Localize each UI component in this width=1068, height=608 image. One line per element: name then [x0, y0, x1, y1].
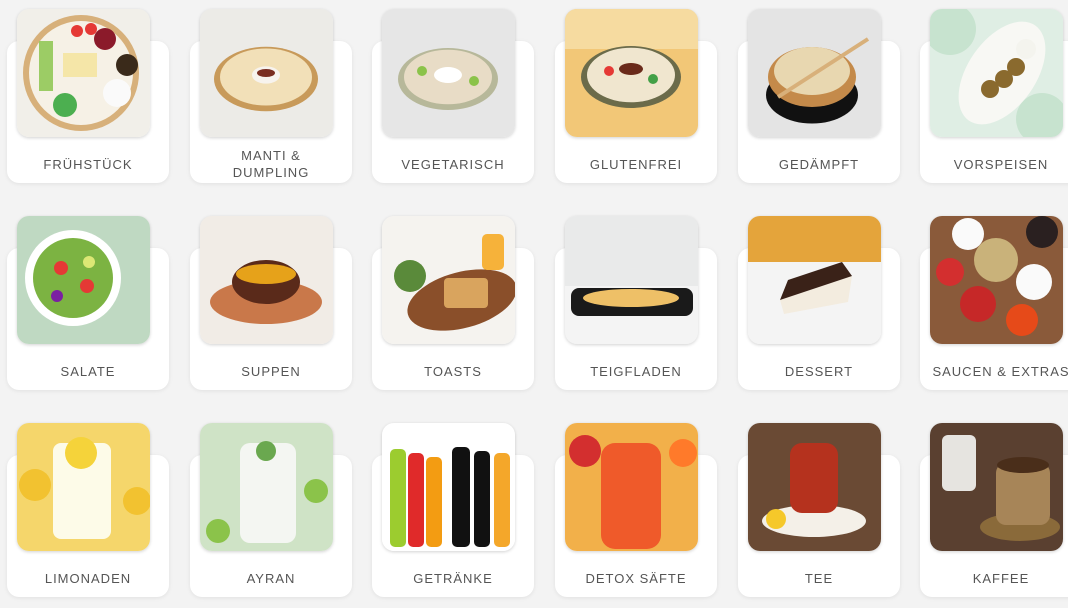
bottles-icon[interactable] — [382, 423, 515, 551]
category-label: GEDÄMPFT — [738, 143, 900, 185]
falafel-plate-icon[interactable] — [930, 9, 1063, 137]
category-tile[interactable]: LIMONADEN — [7, 423, 169, 601]
steamer-basket-icon[interactable] — [748, 9, 881, 137]
category-tile[interactable]: FRÜHSTÜCK — [7, 9, 169, 187]
category-label: GLUTENFREI — [555, 143, 717, 185]
category-label-text: DETOX SÄFTE — [585, 570, 687, 586]
manti-plate-icon[interactable] — [200, 9, 333, 137]
category-label-text: TOASTS — [424, 363, 482, 379]
category-label-text: KAFFEE — [972, 570, 1030, 586]
category-tile[interactable]: VORSPEISEN — [920, 9, 1068, 187]
vegetarian-bowl-icon[interactable] — [382, 9, 515, 137]
category-label: GETRÄNKE — [372, 557, 534, 599]
category-tile[interactable]: GEDÄMPFT — [738, 9, 900, 187]
category-label-text: SUPPEN — [241, 363, 301, 379]
category-tile[interactable]: MANTI & DUMPLING — [190, 9, 352, 187]
category-label-text: SALATE — [60, 363, 116, 379]
category-label: VORSPEISEN — [920, 143, 1068, 185]
category-tile[interactable]: TOASTS — [372, 216, 534, 394]
category-tile[interactable]: AYRAN — [190, 423, 352, 601]
category-tile[interactable]: KAFFEE — [920, 423, 1068, 601]
category-tile[interactable]: DESSERT — [738, 216, 900, 394]
category-label-text: TEE — [804, 570, 834, 586]
category-label-text: GETRÄNKE — [413, 570, 493, 586]
category-label-text: VORSPEISEN — [953, 156, 1049, 172]
lemonade-glass-icon[interactable] — [17, 423, 150, 551]
category-label: TEE — [738, 557, 900, 599]
category-tile[interactable]: SALATE — [7, 216, 169, 394]
category-label: TEIGFLADEN — [555, 350, 717, 392]
category-label-text: MANTI & DUMPLING — [232, 148, 310, 180]
salad-bowl-icon[interactable] — [17, 216, 150, 344]
category-tile[interactable]: SUPPEN — [190, 216, 352, 394]
category-label-text: LIMONADEN — [44, 570, 132, 586]
category-tile[interactable]: GLUTENFREI — [555, 9, 717, 187]
category-label-text: DESSERT — [784, 363, 854, 379]
category-label-text: GLUTENFREI — [589, 156, 683, 172]
sauce-bowls-icon[interactable] — [930, 216, 1063, 344]
ayran-glass-icon[interactable] — [200, 423, 333, 551]
category-label: DETOX SÄFTE — [555, 557, 717, 599]
category-label: VEGETARISCH — [372, 143, 534, 185]
category-label-text: SAUCEN & EXTRAS — [932, 363, 1068, 379]
category-label: DESSERT — [738, 350, 900, 392]
category-label-text: FRÜHSTÜCK — [43, 156, 133, 172]
breakfast-platter-icon[interactable] — [17, 9, 150, 137]
category-tile[interactable]: TEE — [738, 423, 900, 601]
category-label-text: AYRAN — [246, 570, 296, 586]
category-tile[interactable]: GETRÄNKE — [372, 423, 534, 601]
category-label-text: TEIGFLADEN — [590, 363, 682, 379]
category-label: TOASTS — [372, 350, 534, 392]
category-tile[interactable]: SAUCEN & EXTRAS — [920, 216, 1068, 394]
category-grid: FRÜHSTÜCK MANTI & DUMPLING VEGETARISCH G… — [0, 0, 1068, 608]
category-tile[interactable]: VEGETARISCH — [372, 9, 534, 187]
category-label: SAUCEN & EXTRAS — [920, 350, 1068, 392]
soup-bowl-icon[interactable] — [200, 216, 333, 344]
category-label-text: GEDÄMPFT — [778, 156, 860, 172]
category-label: KAFFEE — [920, 557, 1068, 599]
tea-glass-icon[interactable] — [748, 423, 881, 551]
category-tile[interactable]: DETOX SÄFTE — [555, 423, 717, 601]
flatbread-tray-icon[interactable] — [565, 216, 698, 344]
category-label-text: VEGETARISCH — [401, 156, 505, 172]
category-label: LIMONADEN — [7, 557, 169, 599]
category-label: MANTI & DUMPLING — [211, 143, 331, 185]
cake-slice-icon[interactable] — [748, 216, 881, 344]
category-label: FRÜHSTÜCK — [7, 143, 169, 185]
category-label: AYRAN — [190, 557, 352, 599]
toast-board-icon[interactable] — [382, 216, 515, 344]
juice-glass-icon[interactable] — [565, 423, 698, 551]
glutenfree-bowl-icon[interactable] — [565, 9, 698, 137]
coffee-cup-icon[interactable] — [930, 423, 1063, 551]
category-tile[interactable]: TEIGFLADEN — [555, 216, 717, 394]
category-label: SALATE — [7, 350, 169, 392]
category-label: SUPPEN — [190, 350, 352, 392]
